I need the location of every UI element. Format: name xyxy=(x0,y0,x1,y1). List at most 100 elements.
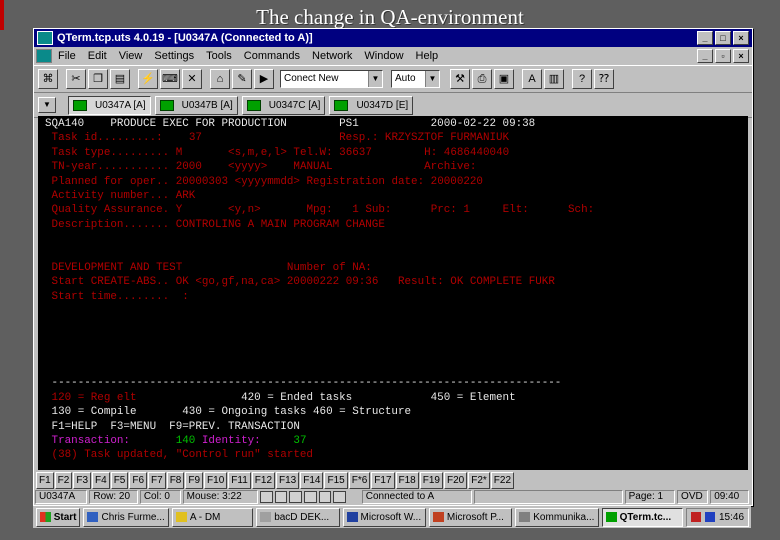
chevron-down-icon[interactable]: ▼ xyxy=(368,71,382,87)
doc-restore-icon[interactable]: ▫ xyxy=(715,49,731,63)
paste-icon[interactable]: ▤ xyxy=(110,69,130,89)
fkey-f1[interactable]: F1 xyxy=(36,472,54,489)
close-icon[interactable]: × xyxy=(733,31,749,45)
session-tab-u0347b[interactable]: U0347B [A] xyxy=(154,95,238,115)
help-icon[interactable]: ? xyxy=(572,69,592,89)
menu-commands[interactable]: Commands xyxy=(244,50,300,62)
fkey-f5[interactable]: F5 xyxy=(110,472,129,489)
activity-field[interactable]: ARK xyxy=(176,190,196,202)
fkey-f8[interactable]: F8 xyxy=(166,472,185,489)
resp-value: KRZYSZTOF FURMANIUK xyxy=(384,132,510,145)
fkey-f20[interactable]: F20 xyxy=(443,472,468,489)
session-tab-u0347a[interactable]: U0347A [A] xyxy=(68,95,151,115)
tools-icon[interactable]: ⚒ xyxy=(450,69,470,89)
window-titlebar[interactable]: QTerm.tcp.uts 4.0.19 - [U0347A (Connecte… xyxy=(34,29,752,47)
taskbar-item-powerpoint[interactable]: Microsoft P... xyxy=(428,507,513,527)
taskbar-item-dm[interactable]: A - DM xyxy=(171,507,254,527)
fkey-f2[interactable]: F2 xyxy=(54,472,73,489)
session-icon xyxy=(246,99,261,111)
fkey-f10[interactable]: F10 xyxy=(204,472,228,489)
description-field[interactable]: CONTROLING A MAIN PROGRAM CHANGE xyxy=(176,219,385,231)
session-combo[interactable]: Conect New ▼ xyxy=(280,70,383,88)
doc-close-icon[interactable]: × xyxy=(733,49,749,63)
taskbar-item-chris[interactable]: Chris Furme... xyxy=(83,507,169,527)
disconnect-icon[interactable]: ✕ xyxy=(182,69,202,89)
fkey-f12[interactable]: F12 xyxy=(251,472,276,489)
tab-menu-icon[interactable]: ▼ xyxy=(38,97,56,113)
font-icon[interactable]: A xyxy=(522,69,542,89)
session-icon[interactable]: ⌘ xyxy=(38,69,58,89)
transaction-field[interactable]: 140 xyxy=(176,435,196,447)
host-icon[interactable]: ⌂ xyxy=(210,69,230,89)
window-title: QTerm.tcp.uts 4.0.19 - [U0347A (Connecte… xyxy=(57,32,313,44)
menu-file[interactable]: File xyxy=(58,50,76,62)
identity-field[interactable]: 37 xyxy=(293,435,306,447)
tn-year-field[interactable]: 2000 xyxy=(176,161,202,173)
fkey-f19[interactable]: F19 xyxy=(419,472,443,489)
connect-icon[interactable]: ⚡ xyxy=(138,69,158,89)
session-tab-u0347d[interactable]: U0347D [E] xyxy=(329,95,414,115)
minimize-icon[interactable]: _ xyxy=(697,31,713,45)
fkey-f18[interactable]: F18 xyxy=(395,472,419,489)
task-type-field[interactable]: M xyxy=(176,147,183,159)
session-tab-u0347c[interactable]: U0347C [A] xyxy=(241,95,326,115)
tray-app-icon[interactable] xyxy=(691,512,701,522)
planned-field[interactable]: 20000303 xyxy=(176,176,228,188)
num-na-label: Number of NA: xyxy=(286,262,372,275)
fkey-f7[interactable]: F7 xyxy=(148,472,166,489)
keyboard-icon[interactable]: ⌨ xyxy=(160,69,180,89)
task-type-label: Task type......... xyxy=(51,146,170,159)
fkey-f16[interactable]: F*6 xyxy=(348,472,371,489)
play-icon[interactable]: ▶ xyxy=(254,69,274,89)
mode-combo[interactable]: Auto ▼ xyxy=(391,70,440,88)
menu-edit[interactable]: Edit xyxy=(88,50,107,62)
menu-window[interactable]: Window xyxy=(364,50,403,62)
menu-view[interactable]: View xyxy=(119,50,143,62)
fkey-f21[interactable]: F2* xyxy=(468,472,490,489)
screen-id: SQA140 xyxy=(45,118,85,130)
document-icon[interactable] xyxy=(36,49,52,63)
save-icon[interactable]: ▣ xyxy=(494,69,514,89)
fkey-f22[interactable]: F22 xyxy=(490,472,515,489)
maximize-icon[interactable]: □ xyxy=(715,31,731,45)
start-button[interactable]: Start xyxy=(36,507,81,527)
taskbar-item-word[interactable]: Microsoft W... xyxy=(342,507,426,527)
session-icon xyxy=(334,99,349,111)
fkey-f9[interactable]: F9 xyxy=(185,472,204,489)
start-create-hint: <go,gf,na,ca> xyxy=(195,276,281,289)
fkey-f11[interactable]: F11 xyxy=(228,472,251,489)
menu-help[interactable]: Help xyxy=(416,50,439,62)
menu-network[interactable]: Network xyxy=(312,50,352,62)
graph-icon[interactable]: ▥ xyxy=(544,69,564,89)
doc-minimize-icon[interactable]: _ xyxy=(697,49,713,63)
keyboard-icon xyxy=(318,491,332,503)
menu-settings[interactable]: Settings xyxy=(154,50,194,62)
task-id-field[interactable]: 37 xyxy=(189,132,202,144)
status-col: Col: 0 xyxy=(139,490,181,504)
taskbar-item-qterm[interactable]: QTerm.tc... xyxy=(601,507,683,527)
chevron-down-icon[interactable]: ▼ xyxy=(425,71,439,87)
prc-label: Prc: xyxy=(430,204,457,217)
fkey-f15[interactable]: F15 xyxy=(324,472,348,489)
context-help-icon[interactable]: ⁇ xyxy=(594,69,614,89)
taskbar-item-kommunika[interactable]: Kommunika... xyxy=(515,507,599,527)
start-create-field[interactable]: OK xyxy=(176,276,189,288)
menu-tools[interactable]: Tools xyxy=(206,50,232,62)
tray-network-icon[interactable] xyxy=(705,512,715,522)
fkey-f14[interactable]: F14 xyxy=(300,472,324,489)
tn-year-label: TN-year........... xyxy=(51,161,170,174)
terminal-screen[interactable]: SQA140 PRODUCE EXEC FOR PRODUCTION PS1 2… xyxy=(38,116,748,470)
start-time-field[interactable]: : xyxy=(182,291,189,303)
copy-icon[interactable]: ❐ xyxy=(88,69,108,89)
taskbar-item-bacd[interactable]: bacD DEK... xyxy=(256,507,340,527)
print-icon[interactable]: ⎙ xyxy=(472,69,492,89)
qa-field[interactable]: Y xyxy=(176,204,183,216)
fkey-f3[interactable]: F3 xyxy=(73,472,92,489)
fkey-f13[interactable]: F13 xyxy=(276,472,300,489)
script-icon[interactable]: ✎ xyxy=(232,69,252,89)
task-id-label: Task id.........: xyxy=(51,132,163,145)
fkey-f17[interactable]: F17 xyxy=(371,472,395,489)
fkey-f4[interactable]: F4 xyxy=(92,472,110,489)
cut-icon[interactable]: ✂ xyxy=(66,69,86,89)
fkey-f6[interactable]: F6 xyxy=(129,472,148,489)
